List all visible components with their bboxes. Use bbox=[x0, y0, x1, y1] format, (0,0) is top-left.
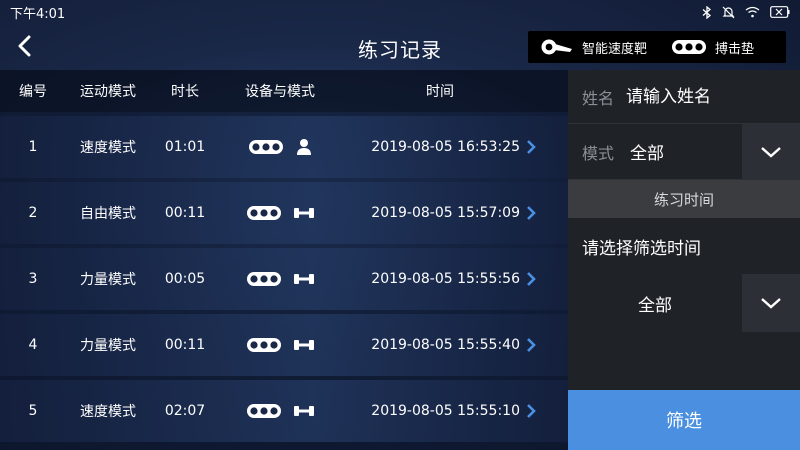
wifi-icon bbox=[745, 6, 760, 18]
row-time: 2019-08-05 15:55:56 bbox=[340, 271, 540, 287]
row-time-text: 2019-08-05 15:57:09 bbox=[371, 205, 520, 221]
row-duration: 00:11 bbox=[164, 205, 206, 221]
strike-pad-icon bbox=[672, 40, 707, 54]
row-duration: 00:11 bbox=[164, 337, 206, 353]
row-number: 4 bbox=[28, 337, 38, 353]
mode-select[interactable]: 全部 bbox=[630, 139, 664, 164]
table-row[interactable]: 5 速度模式 02:07 2019-08-05 15:55:10 bbox=[0, 380, 568, 442]
row-mode: 力量模式 bbox=[80, 272, 136, 288]
strike-pad-icon bbox=[249, 140, 283, 154]
time-field: 全部 bbox=[568, 274, 800, 332]
mode-label: 模式 bbox=[582, 143, 615, 163]
row-device bbox=[220, 270, 340, 288]
legend-strike-pad: 搏击垫 bbox=[671, 38, 754, 57]
row-duration: 02:07 bbox=[164, 403, 206, 419]
row-mode: 自由模式 bbox=[80, 206, 136, 222]
row-mode: 力量模式 bbox=[80, 338, 136, 354]
chevron-right-icon[interactable] bbox=[524, 138, 538, 156]
header: 练习记录 智能速度靶 搏击垫 bbox=[0, 24, 800, 70]
page-title: 练习记录 bbox=[358, 38, 442, 62]
status-time: 下午4:01 bbox=[10, 6, 66, 22]
battery-icon bbox=[770, 6, 790, 18]
time-dropdown-button[interactable] bbox=[742, 274, 800, 332]
row-time-text: 2019-08-05 15:55:10 bbox=[371, 403, 520, 419]
status-icons bbox=[702, 5, 790, 19]
chevron-right-icon[interactable] bbox=[524, 204, 538, 222]
filter-panel: 姓名 模式 全部 练习时间 请选择筛选时间 全部 筛选 bbox=[568, 70, 800, 450]
row-duration: 00:05 bbox=[164, 271, 206, 287]
chevron-down-icon bbox=[761, 298, 781, 309]
table-row[interactable]: 1 速度模式 01:01 2019-08-05 16:53:25 bbox=[0, 116, 568, 178]
dumbbell-icon bbox=[294, 274, 314, 284]
row-mode: 速度模式 bbox=[80, 404, 136, 420]
records-table: 编号 运动模式 时长 设备与模式 时间 1 速度模式 01:01 2019-08… bbox=[0, 70, 568, 450]
row-time: 2019-08-05 15:57:09 bbox=[340, 205, 540, 221]
time-select[interactable]: 全部 bbox=[568, 291, 742, 316]
row-number: 5 bbox=[28, 403, 38, 419]
col-time: 时间 bbox=[426, 84, 454, 100]
chevron-down-icon bbox=[761, 147, 781, 158]
row-device bbox=[220, 204, 340, 222]
row-number: 3 bbox=[28, 271, 38, 287]
row-number: 2 bbox=[28, 205, 38, 221]
chevron-right-icon[interactable] bbox=[524, 270, 538, 288]
chevron-right-icon[interactable] bbox=[524, 402, 538, 420]
row-time-text: 2019-08-05 15:55:56 bbox=[371, 271, 520, 287]
table-row[interactable]: 3 力量模式 00:05 2019-08-05 15:55:56 bbox=[0, 248, 568, 310]
legend-speed-target: 智能速度靶 bbox=[540, 38, 647, 57]
dumbbell-icon bbox=[294, 406, 314, 416]
back-button[interactable] bbox=[12, 34, 36, 58]
row-time: 2019-08-05 16:53:25 bbox=[340, 139, 540, 155]
row-duration: 01:01 bbox=[164, 139, 206, 155]
row-mode: 速度模式 bbox=[80, 140, 136, 156]
row-number: 1 bbox=[28, 139, 38, 155]
person-icon bbox=[297, 139, 311, 155]
row-time-text: 2019-08-05 15:55:40 bbox=[371, 337, 520, 353]
dumbbell-icon bbox=[294, 340, 314, 350]
name-field: 姓名 bbox=[568, 70, 800, 124]
col-device: 设备与模式 bbox=[245, 84, 315, 100]
legend-strike-pad-label: 搏击垫 bbox=[715, 41, 755, 57]
chevron-left-icon bbox=[18, 35, 31, 57]
col-mode: 运动模式 bbox=[80, 84, 136, 100]
row-device bbox=[220, 402, 340, 420]
strike-pad-icon bbox=[247, 404, 281, 418]
table-row[interactable]: 4 力量模式 00:11 2019-08-05 15:55:40 bbox=[0, 314, 568, 376]
strike-pad-icon bbox=[247, 272, 281, 286]
row-time: 2019-08-05 15:55:40 bbox=[340, 337, 540, 353]
legend-speed-target-label: 智能速度靶 bbox=[582, 41, 648, 57]
name-label: 姓名 bbox=[582, 88, 615, 108]
speed-target-icon bbox=[541, 39, 572, 55]
mode-field: 模式 全部 bbox=[568, 124, 800, 180]
chevron-right-icon[interactable] bbox=[524, 336, 538, 354]
status-bar: 下午4:01 bbox=[0, 0, 800, 24]
col-duration: 时长 bbox=[171, 84, 199, 100]
device-legend: 智能速度靶 搏击垫 bbox=[528, 31, 786, 63]
time-section-header: 练习时间 bbox=[568, 180, 800, 218]
filter-button[interactable]: 筛选 bbox=[568, 390, 800, 450]
table-row[interactable]: 2 自由模式 00:11 2019-08-05 15:57:09 bbox=[0, 182, 568, 244]
row-time: 2019-08-05 15:55:10 bbox=[340, 403, 540, 419]
table-header: 编号 运动模式 时长 设备与模式 时间 bbox=[0, 70, 568, 112]
mode-dropdown-button[interactable] bbox=[742, 124, 800, 180]
col-number: 编号 bbox=[19, 84, 47, 100]
dumbbell-icon bbox=[294, 208, 314, 218]
row-time-text: 2019-08-05 16:53:25 bbox=[371, 139, 520, 155]
name-input[interactable] bbox=[626, 86, 767, 107]
strike-pad-icon bbox=[247, 338, 281, 352]
time-prompt: 请选择筛选时间 bbox=[582, 238, 701, 259]
mute-bell-icon bbox=[722, 6, 735, 19]
row-device bbox=[220, 336, 340, 354]
bluetooth-icon bbox=[702, 5, 712, 19]
strike-pad-icon bbox=[247, 206, 281, 220]
row-device bbox=[220, 138, 340, 156]
